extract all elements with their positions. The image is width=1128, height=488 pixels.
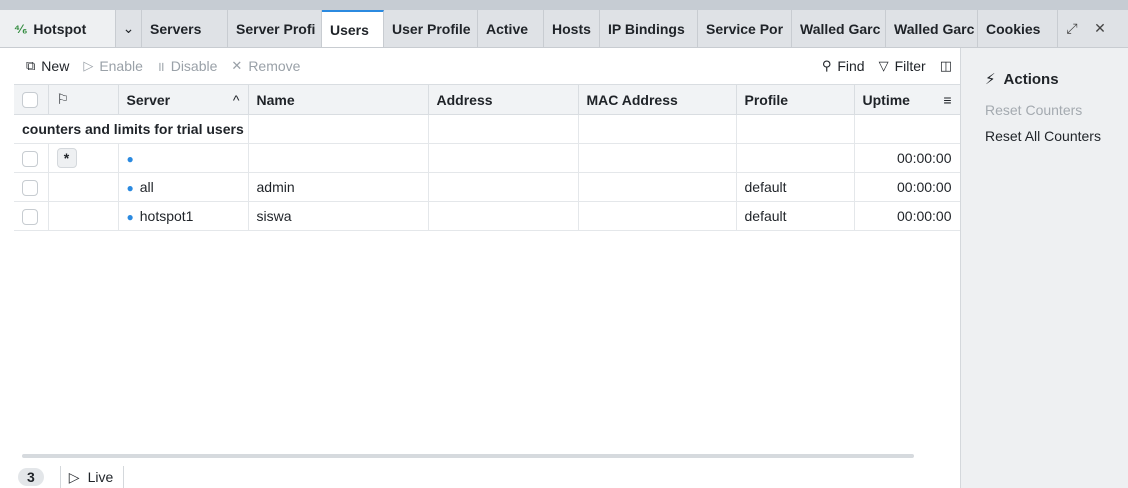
toggle-side-panel-button[interactable]: ◫ xyxy=(940,58,952,74)
table-row[interactable]: ● hotspot1 siswa default 00:00:00 xyxy=(14,201,961,231)
cell-profile xyxy=(736,143,855,173)
search-icon: ⚲ xyxy=(821,58,832,73)
table-header-row: ⚐ Server ^ Name Address MAC Address Prof… xyxy=(14,84,961,115)
cell-address xyxy=(428,201,579,231)
comment-row: counters and limits for trial users xyxy=(14,114,961,144)
cell-uptime: 00:00:00 xyxy=(854,143,961,173)
cell-mac-address xyxy=(578,143,737,173)
horizontal-scrollbar[interactable] xyxy=(22,454,914,458)
tab-walled-garden[interactable]: Walled Garc xyxy=(792,10,886,47)
column-header-name[interactable]: Name xyxy=(248,84,429,115)
column-menu-icon[interactable]: ≡ xyxy=(943,92,951,108)
filter-button[interactable]: ▽ Filter xyxy=(879,58,926,74)
new-icon: ⧉ xyxy=(26,58,36,73)
tab-hosts[interactable]: Hosts xyxy=(544,10,600,47)
actions-icon: ⚡ xyxy=(985,71,996,88)
cell-uptime: 00:00:00 xyxy=(854,201,961,231)
table-row[interactable]: * ● 00:00:00 xyxy=(14,143,961,173)
cell-mac-address xyxy=(578,172,737,202)
tab-active[interactable]: Active xyxy=(478,10,544,47)
cell-name: siswa xyxy=(248,201,429,231)
tab-ip-bindings[interactable]: IP Bindings xyxy=(600,10,698,47)
cell-server: hotspot1 xyxy=(139,208,194,224)
tab-server-profiles[interactable]: Server Profi xyxy=(228,10,322,47)
filter-icon: ▽ xyxy=(878,58,889,73)
remove-icon: ✕ xyxy=(231,58,243,73)
tab-users[interactable]: Users xyxy=(322,10,384,47)
live-toggle-button[interactable]: ▷ Live xyxy=(59,466,125,488)
status-bar: 3 ▷ Live xyxy=(14,466,125,488)
cell-profile: default xyxy=(736,172,855,202)
cell-name: admin xyxy=(248,172,429,202)
cell-address xyxy=(428,172,579,202)
status-dot-icon: ● xyxy=(126,181,134,195)
tab-servers[interactable]: Servers xyxy=(142,10,228,47)
pause-icon: ॥ xyxy=(156,59,165,74)
tab-walled-garden-ip[interactable]: Walled Garc xyxy=(886,10,978,47)
disable-button[interactable]: ॥ Disable xyxy=(157,57,218,75)
row-count-badge: 3 xyxy=(18,468,44,486)
row-checkbox[interactable] xyxy=(22,150,38,167)
hotspot-icon: ⁴⁄₆ xyxy=(14,21,28,36)
play-icon: ▷ xyxy=(68,468,80,485)
cell-profile: default xyxy=(736,201,855,231)
cell-flag xyxy=(48,172,119,202)
select-all-checkbox[interactable] xyxy=(22,92,38,109)
detach-icon: ⤢ xyxy=(1066,20,1078,36)
status-dot-icon: ● xyxy=(126,210,134,224)
detach-window-button[interactable]: ⤢ xyxy=(1058,10,1086,47)
tab-service-ports[interactable]: Service Por xyxy=(698,10,792,47)
actions-heading: ⚡ Actions xyxy=(985,70,1059,89)
reset-all-counters-action[interactable]: Reset All Counters xyxy=(985,128,1128,144)
column-header-address[interactable]: Address xyxy=(428,84,579,115)
column-header-profile[interactable]: Profile xyxy=(736,84,855,115)
cell-mac-address xyxy=(578,201,737,231)
cell-name xyxy=(248,143,429,173)
tab-user-profiles[interactable]: User Profile xyxy=(384,10,478,47)
cell-server: all xyxy=(139,179,154,195)
users-table: ⚐ Server ^ Name Address MAC Address Prof… xyxy=(14,84,961,231)
column-header-uptime[interactable]: Uptime ≡ xyxy=(854,84,961,115)
table-row[interactable]: ● all admin default 00:00:00 xyxy=(14,172,961,202)
tab-menu-dropdown[interactable]: ⌄ xyxy=(116,10,142,47)
reset-counters-action[interactable]: Reset Counters xyxy=(985,102,1128,118)
cell-uptime: 00:00:00 xyxy=(854,172,961,202)
window-top-strip xyxy=(0,0,1128,10)
window-title: ⁴⁄₆ Hotspot xyxy=(0,10,116,47)
row-comment: counters and limits for trial users xyxy=(14,114,249,144)
play-icon: ▷ xyxy=(83,58,94,73)
flag-column-header[interactable]: ⚐ xyxy=(48,84,119,115)
close-window-button[interactable]: ✕ xyxy=(1086,10,1114,47)
tab-cookies[interactable]: Cookies xyxy=(978,10,1058,47)
select-all-checkbox-cell[interactable] xyxy=(14,84,49,115)
tab-bar: ⁴⁄₆ Hotspot ⌄ Servers Server Profi Users… xyxy=(0,10,1128,48)
row-checkbox[interactable] xyxy=(22,179,38,196)
column-header-mac-address[interactable]: MAC Address xyxy=(578,84,737,115)
side-panel-icon: ◫ xyxy=(939,58,952,73)
find-button[interactable]: ⚲ Find xyxy=(822,58,865,74)
cell-flag xyxy=(48,201,119,231)
column-header-server[interactable]: Server ^ xyxy=(118,84,249,115)
cell-address xyxy=(428,143,579,173)
users-panel: ⧉ New ▷ Enable ॥ Disable ✕ Remove ⚲ Find… xyxy=(14,48,961,488)
chevron-down-icon: ⌄ xyxy=(122,20,135,36)
sort-ascending-icon: ^ xyxy=(232,91,240,108)
status-dot-icon: ● xyxy=(126,152,134,166)
row-checkbox[interactable] xyxy=(22,208,38,225)
new-button[interactable]: ⧉ New xyxy=(26,58,69,74)
actions-panel: ⚡ Actions Reset Counters Reset All Count… xyxy=(960,48,1128,488)
default-flag-badge: * xyxy=(56,148,77,168)
close-icon: ✕ xyxy=(1094,20,1106,36)
remove-button[interactable]: ✕ Remove xyxy=(231,58,300,74)
flag-icon: ⚐ xyxy=(56,91,70,107)
enable-button[interactable]: ▷ Enable xyxy=(83,58,143,74)
toolbar: ⧉ New ▷ Enable ॥ Disable ✕ Remove ⚲ Find… xyxy=(14,48,960,84)
